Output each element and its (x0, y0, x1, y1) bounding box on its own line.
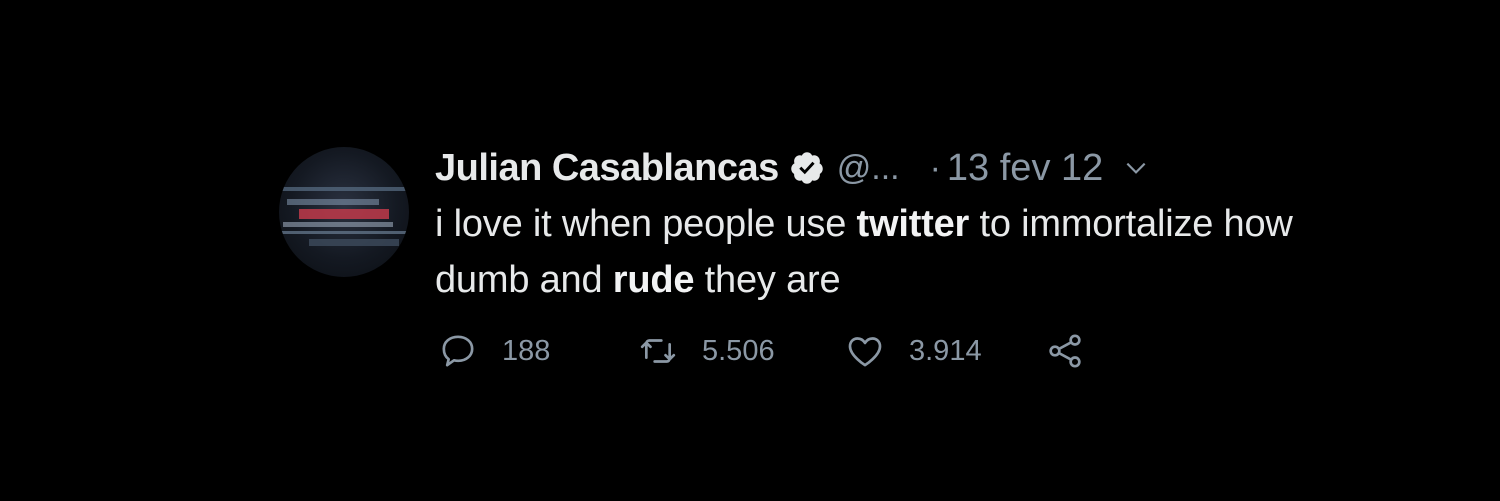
avatar-glitch-stripe (309, 239, 399, 246)
author-name[interactable]: Julian Casablancas (435, 147, 779, 190)
retweet-button[interactable]: 5.506 (638, 331, 845, 371)
like-button[interactable]: 3.914 (845, 331, 1045, 371)
tweet-text: i love it when people use twitter to imm… (435, 196, 1335, 308)
tweet-text-part: i love it when people use (435, 203, 857, 245)
heart-icon (848, 337, 882, 367)
tweet-card[interactable]: Julian Casablancas @... · 13 fev 12 i lo… (0, 0, 1500, 501)
reply-icon (442, 335, 474, 367)
share-button[interactable] (1045, 331, 1085, 371)
avatar-glitch-stripe (279, 187, 409, 191)
reply-count: 188 (502, 334, 551, 367)
avatar-glitch-stripe (283, 222, 393, 227)
avatar-glitch-stripe (279, 231, 409, 234)
tweet-date[interactable]: 13 fev 12 (947, 147, 1103, 190)
author-handle[interactable]: @... (837, 149, 900, 188)
verified-badge-icon (790, 152, 823, 184)
retweet-count: 5.506 (702, 334, 775, 367)
tweet-text-part: they are (694, 259, 841, 301)
tweet-text-bold-twitter: twitter (856, 203, 970, 245)
chevron-down-icon[interactable] (1123, 155, 1149, 181)
reply-button[interactable]: 188 (438, 331, 638, 371)
like-count: 3.914 (909, 334, 982, 367)
retweet-icon (640, 339, 676, 363)
share-icon (1049, 334, 1081, 368)
tweet-text-bold-rude: rude (612, 259, 695, 301)
tweet-header: Julian Casablancas @... · 13 fev 12 (435, 140, 1149, 196)
avatar[interactable] (279, 147, 409, 277)
separator-dot: · (929, 148, 941, 187)
avatar-glitch-stripe (287, 199, 379, 205)
avatar-glitch-stripe (299, 209, 389, 219)
tweet-actions: 188 5.506 3.914 (438, 328, 1085, 374)
